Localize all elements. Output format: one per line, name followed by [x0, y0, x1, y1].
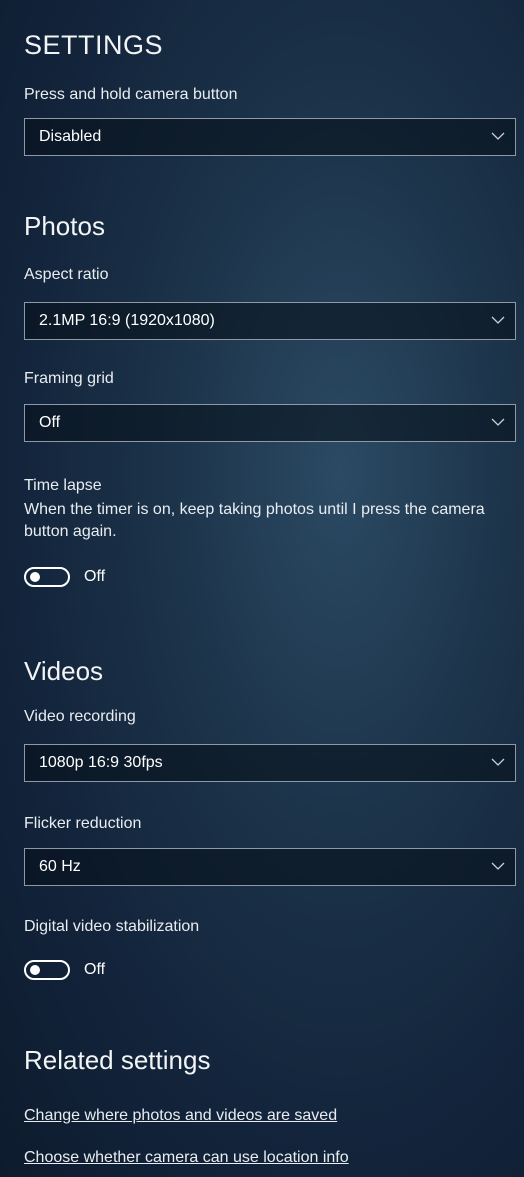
flicker-reduction-label: Flicker reduction: [24, 815, 142, 832]
toggle-knob: [30, 965, 40, 975]
toggle-knob: [30, 572, 40, 582]
videos-heading: Videos: [24, 656, 104, 686]
chevron-down-icon: [491, 758, 505, 766]
aspect-ratio-label: Aspect ratio: [24, 266, 109, 283]
time-lapse-description: When the timer is on, keep taking photos…: [24, 501, 485, 540]
video-recording-dropdown[interactable]: 1080p 16:9 30fps: [24, 744, 516, 782]
time-lapse-label: Time lapse: [24, 477, 102, 494]
framing-grid-label: Framing grid: [24, 370, 114, 387]
stabilization-toggle[interactable]: [24, 960, 70, 980]
camera-button-label: Press and hold camera button: [24, 86, 238, 103]
time-lapse-state: Off: [84, 568, 106, 585]
photos-heading: Photos: [24, 211, 105, 241]
chevron-down-icon: [491, 316, 505, 324]
camera-button-dropdown[interactable]: Disabled: [24, 118, 516, 156]
link-location-info[interactable]: Choose whether camera can use location i…: [24, 1149, 349, 1167]
framing-grid-dropdown[interactable]: Off: [24, 404, 516, 442]
stabilization-state: Off: [84, 961, 106, 978]
aspect-ratio-value: 2.1MP 16:9 (1920x1080): [39, 312, 215, 329]
framing-grid-value: Off: [39, 414, 61, 431]
aspect-ratio-dropdown[interactable]: 2.1MP 16:9 (1920x1080): [24, 302, 516, 340]
time-lapse-toggle[interactable]: [24, 567, 70, 587]
video-recording-label: Video recording: [24, 708, 136, 725]
video-recording-value: 1080p 16:9 30fps: [39, 754, 163, 771]
stabilization-toggle-row: Off: [24, 958, 105, 982]
chevron-down-icon: [491, 418, 505, 426]
settings-heading: SETTINGS: [24, 30, 164, 60]
chevron-down-icon: [491, 862, 505, 870]
chevron-down-icon: [491, 132, 505, 140]
camera-button-value: Disabled: [39, 128, 102, 145]
link-save-location[interactable]: Change where photos and videos are saved: [24, 1107, 337, 1125]
related-settings-heading: Related settings: [24, 1045, 211, 1075]
flicker-reduction-dropdown[interactable]: 60 Hz: [24, 848, 516, 886]
flicker-reduction-value: 60 Hz: [39, 858, 81, 875]
stabilization-label: Digital video stabilization: [24, 918, 200, 935]
time-lapse-toggle-row: Off: [24, 565, 105, 589]
camera-settings-panel: SETTINGS Press and hold camera button Di…: [0, 0, 524, 1177]
